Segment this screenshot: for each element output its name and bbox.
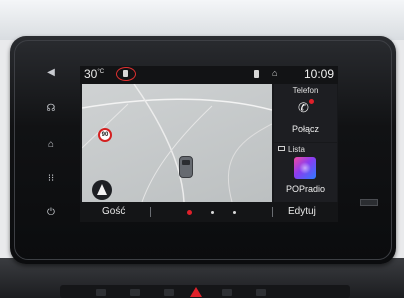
speed-limit-sign: 90 [98, 128, 112, 142]
bottom-bar: Gość Edytuj [80, 202, 338, 222]
temperature: 30°C [84, 67, 105, 81]
radio-widget-title[interactable]: Lista [288, 145, 338, 154]
phone-status-icon [254, 70, 259, 78]
vehicle-position-icon [179, 156, 193, 178]
console-key [130, 289, 140, 296]
missed-call-badge [309, 99, 314, 104]
navigation-arrow-button[interactable] [92, 180, 112, 200]
infotainment-screen: 30°C ⌂ 10:09 90 Gość Edytuj Telefon ✆ Po… [80, 66, 338, 222]
separator [150, 207, 151, 217]
volume-icon[interactable]: ◀ [44, 66, 58, 80]
console-key [164, 289, 174, 296]
separator [272, 207, 273, 217]
page-dot-active[interactable] [187, 210, 192, 215]
edit-button[interactable]: Edytuj [288, 206, 316, 217]
station-logo [294, 157, 316, 179]
station-name: POPradio [285, 184, 326, 194]
voice-icon[interactable]: ☊ [44, 102, 58, 116]
guest-profile-button[interactable]: Gość [102, 206, 125, 217]
console-key [256, 289, 266, 296]
page-dot[interactable] [233, 211, 236, 214]
call-button[interactable]: Połącz [274, 124, 337, 134]
console-key [222, 289, 232, 296]
apps-icon[interactable]: ⁝⁝ [44, 172, 58, 186]
phone-widget-title: Telefon [292, 86, 319, 95]
radio-widget[interactable]: Lista POPradio [274, 143, 337, 202]
usb-port [360, 199, 378, 206]
hazard-icon [190, 287, 202, 297]
power-icon[interactable]: ⏻ [44, 206, 58, 220]
background-window [0, 0, 404, 40]
phone-widget[interactable]: Telefon ✆ Połącz [274, 84, 337, 142]
car-connect-icon: ⌂ [272, 68, 278, 78]
seat-heating-icon[interactable] [116, 67, 136, 81]
console-key [96, 289, 106, 296]
status-bar: 30°C ⌂ 10:09 [80, 66, 338, 84]
navigation-map[interactable]: 90 [82, 84, 272, 202]
list-icon [278, 146, 285, 151]
page-dot[interactable] [211, 211, 214, 214]
clock: 10:09 [304, 67, 335, 81]
home-icon[interactable]: ⌂ [44, 138, 58, 152]
